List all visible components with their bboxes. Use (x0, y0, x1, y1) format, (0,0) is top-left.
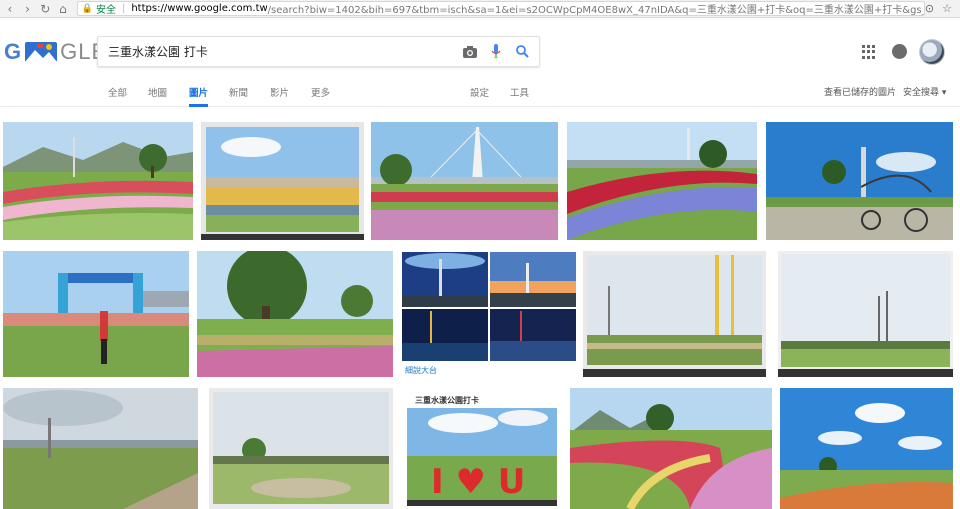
image-result[interactable] (3, 388, 198, 509)
search-tabs: 全部 地圖 圖片 新聞 影片 更多 設定 工具 查看已儲存的圖片 安全搜尋 ▾ (0, 83, 960, 107)
url-host: https://www.google.com.tw (131, 3, 268, 14)
address-bar[interactable]: 🔒 安全 | https://www.google.com.tw /search… (76, 1, 925, 16)
secure-label: 安全 (95, 5, 116, 16)
search-input[interactable] (98, 44, 457, 59)
image-result[interactable] (778, 251, 953, 377)
thumb-banner: 三重水漾公園打卡 (415, 395, 479, 405)
image-result[interactable] (371, 122, 558, 240)
logo-first-letter: G (4, 39, 23, 64)
image-result[interactable] (570, 388, 772, 509)
forward-icon[interactable]: › (20, 1, 36, 17)
google-doodle-logo[interactable]: G GLE (4, 39, 107, 65)
saved-images-link[interactable]: 查看已儲存的圖片 (824, 85, 896, 98)
image-result[interactable]: 三重水漾公園打卡 I ♥ U (403, 388, 561, 509)
image-result[interactable] (209, 388, 393, 509)
image-results-grid: 細說大台 三重水漾公園打卡 I ♥ U (0, 108, 960, 509)
image-result[interactable] (197, 251, 393, 377)
bookmark-star-icon[interactable]: ☆ (942, 2, 952, 15)
image-result[interactable]: 細說大台 (401, 251, 577, 377)
url-path: /search?biw=1402&bih=697&tbm=isch&sa=1&e… (267, 5, 925, 16)
notifications-icon[interactable] (892, 44, 907, 59)
settings-link[interactable]: 設定 (470, 85, 489, 99)
image-result[interactable] (583, 251, 766, 377)
lock-icon: 🔒 (81, 3, 93, 14)
image-result[interactable] (780, 388, 953, 509)
doodle-image (23, 40, 59, 64)
home-icon[interactable]: ⌂ (55, 1, 71, 17)
search-box (97, 36, 540, 67)
tab-news[interactable]: 新聞 (229, 85, 248, 107)
tab-maps[interactable]: 地圖 (148, 85, 167, 107)
tab-all[interactable]: 全部 (108, 85, 127, 107)
image-result[interactable] (201, 122, 364, 240)
tab-images[interactable]: 圖片 (189, 85, 209, 107)
browser-toolbar: ‹ › ↻ ⌂ 🔒 安全 | https://www.google.com.tw… (0, 0, 960, 18)
tab-more[interactable]: 更多 (311, 85, 330, 107)
tools-link[interactable]: 工具 (510, 85, 529, 99)
thumb-caption: 細說大台 (405, 365, 437, 375)
camera-icon[interactable] (457, 39, 483, 65)
back-icon[interactable]: ‹ (2, 1, 18, 17)
reload-icon[interactable]: ↻ (37, 1, 53, 17)
search-header: G GLE (0, 19, 960, 83)
image-result[interactable] (3, 251, 189, 377)
apps-grid-icon[interactable] (862, 45, 876, 59)
search-icon[interactable] (509, 39, 535, 65)
avatar[interactable] (919, 39, 945, 65)
safe-search-menu[interactable]: 安全搜尋 ▾ (903, 85, 946, 98)
microphone-icon[interactable] (483, 39, 509, 65)
image-result[interactable] (766, 122, 953, 240)
tab-videos[interactable]: 影片 (270, 85, 289, 107)
address-divider: | (121, 3, 126, 14)
extension-icon[interactable]: ⊙ (925, 2, 934, 15)
image-result[interactable] (567, 122, 757, 240)
thumb-i-love-u-letters: I ♥ U (431, 462, 525, 502)
image-result[interactable] (3, 122, 193, 240)
